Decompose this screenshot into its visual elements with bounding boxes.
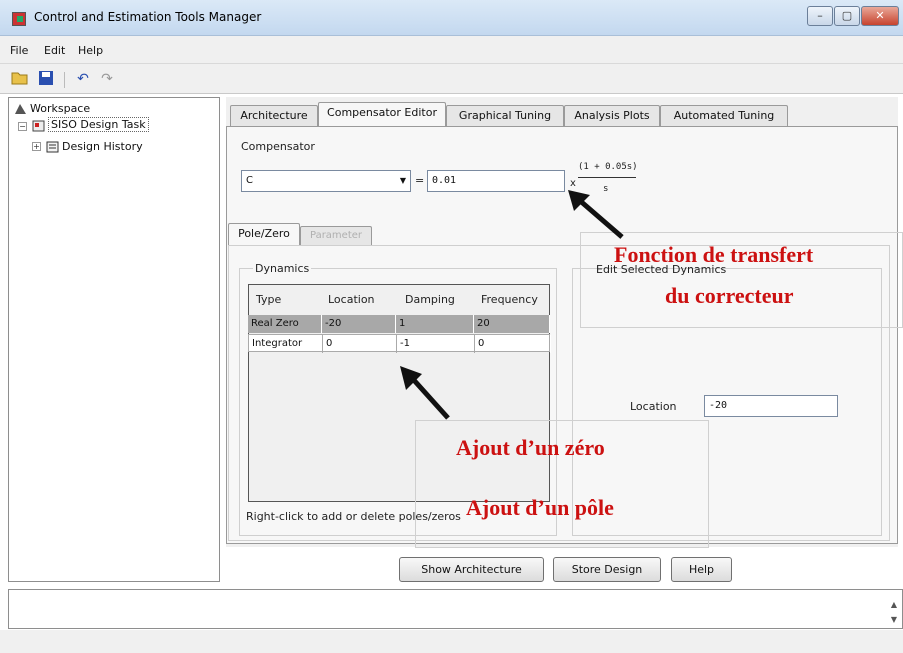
table-row[interactable]: Real Zero -20 1 20 <box>248 315 550 333</box>
task-icon <box>32 120 45 132</box>
annotation-add-zero: Ajout d’un zéro <box>456 435 605 460</box>
maximize-button[interactable]: ▢ <box>834 6 860 26</box>
tab-analysis-plots[interactable]: Analysis Plots <box>564 105 660 126</box>
compensator-select[interactable]: C ▼ <box>241 170 411 192</box>
cell-damping[interactable]: -1 <box>397 335 475 353</box>
dynamics-group-label: Dynamics <box>253 262 312 275</box>
workspace-icon <box>14 103 27 115</box>
tree-expand-toggle[interactable]: − <box>18 122 27 131</box>
location-field[interactable]: -20 <box>704 395 838 417</box>
tree-panel <box>8 97 220 582</box>
show-architecture-button[interactable]: Show Architecture <box>399 557 544 582</box>
fraction-bar <box>578 177 636 178</box>
cell-type[interactable]: Integrator <box>249 335 323 353</box>
history-icon <box>46 141 59 153</box>
column-header-location[interactable]: Location <box>328 293 375 306</box>
column-header-type[interactable]: Type <box>256 293 281 306</box>
column-header-damping[interactable]: Damping <box>405 293 455 306</box>
menu-bar <box>0 36 903 64</box>
tab-compensator-editor[interactable]: Compensator Editor <box>318 102 446 126</box>
menu-file[interactable]: File <box>10 44 28 57</box>
help-button[interactable]: Help <box>671 557 732 582</box>
table-row[interactable]: Integrator 0 -1 0 <box>248 334 551 353</box>
minimize-button[interactable]: – <box>807 6 833 26</box>
compensator-select-value: C <box>246 175 253 186</box>
compensator-group-label: Compensator <box>241 140 315 153</box>
minimize-icon: – <box>817 9 823 22</box>
save-icon[interactable] <box>37 70 55 88</box>
menu-edit[interactable]: Edit <box>44 44 65 57</box>
store-design-button[interactable]: Store Design <box>553 557 661 582</box>
tree-siso-task[interactable]: SISO Design Task <box>32 117 149 132</box>
annotation-arrow-transfer <box>568 190 624 239</box>
location-label: Location <box>630 400 677 413</box>
tree-design-history-label: Design History <box>62 140 143 153</box>
tree-workspace[interactable]: Workspace <box>14 102 90 115</box>
chevron-down-icon: ▼ <box>399 176 406 185</box>
cell-location[interactable]: -20 <box>322 315 396 333</box>
toolbar-separator <box>64 72 65 88</box>
subtab-pole-zero[interactable]: Pole/Zero <box>228 223 300 245</box>
redo-icon[interactable]: ↷ <box>98 70 116 88</box>
equals-sign: = <box>415 174 425 187</box>
tree-workspace-label: Workspace <box>30 102 91 115</box>
cell-frequency[interactable]: 0 <box>475 335 551 353</box>
undo-icon[interactable]: ↶ <box>74 70 92 88</box>
tree-siso-task-label: SISO Design Task <box>48 117 149 132</box>
maximize-icon: ▢ <box>841 9 853 22</box>
toolbar <box>0 64 903 94</box>
message-area[interactable] <box>8 589 903 629</box>
status-bar <box>0 630 903 653</box>
menu-help[interactable]: Help <box>78 44 103 57</box>
tab-automated-tuning[interactable]: Automated Tuning <box>660 105 788 126</box>
app-icon <box>12 12 26 26</box>
cell-frequency[interactable]: 20 <box>474 315 550 333</box>
column-header-frequency[interactable]: Frequency <box>481 293 538 306</box>
annotation-transfer-line1: Fonction de transfert <box>614 242 814 267</box>
annotation-transfer-line2: du correcteur <box>665 283 794 308</box>
close-button[interactable]: ✕ <box>861 6 899 26</box>
cell-type[interactable]: Real Zero <box>248 315 322 333</box>
annotation-arrow-zero <box>400 366 450 420</box>
tree-design-history[interactable]: Design History <box>46 140 143 153</box>
gain-field[interactable]: 0.01 <box>427 170 565 192</box>
cell-location[interactable]: 0 <box>323 335 397 353</box>
annotation-add-pole: Ajout d’un pôle <box>466 495 614 520</box>
tab-graphical-tuning[interactable]: Graphical Tuning <box>446 105 564 126</box>
tf-numerator: (1 + 0.05s) <box>578 162 638 172</box>
folder-open-icon[interactable] <box>11 70 29 88</box>
cell-damping[interactable]: 1 <box>396 315 474 333</box>
tab-architecture[interactable]: Architecture <box>230 105 318 126</box>
subtab-parameter[interactable]: Parameter <box>300 226 372 245</box>
close-icon: ✕ <box>875 9 885 22</box>
window-title: Control and Estimation Tools Manager <box>34 10 262 24</box>
scroll-up-icon[interactable]: ▲ <box>886 597 902 613</box>
scroll-down-icon[interactable]: ▼ <box>886 612 902 628</box>
tree-expand-toggle[interactable]: + <box>32 142 41 151</box>
